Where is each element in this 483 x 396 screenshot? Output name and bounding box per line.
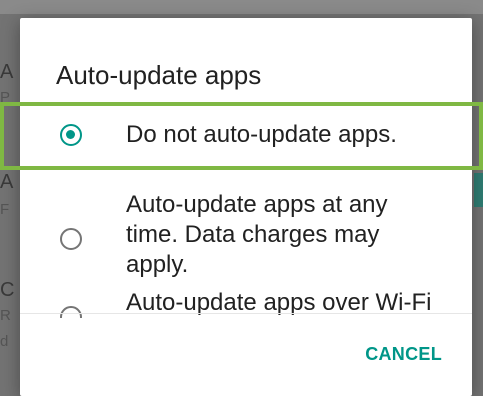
option-auto-update-any-time[interactable]: Auto-update apps at any time. Data charg… <box>20 190 472 288</box>
dialog-title: Auto-update apps <box>56 60 262 90</box>
status-bar-strip <box>0 0 483 14</box>
dialog-divider <box>20 313 472 314</box>
radio-unchecked-icon[interactable] <box>60 228 82 250</box>
auto-update-dialog: Auto-update apps Do not auto-update apps… <box>20 18 472 396</box>
background-accent-bar <box>474 173 483 207</box>
option-list: Do not auto-update apps. Auto-update app… <box>20 104 472 318</box>
radio-checked-icon[interactable] <box>60 124 82 146</box>
option-label: Auto-update apps at any time. Data charg… <box>126 191 388 278</box>
option-do-not-auto-update[interactable]: Do not auto-update apps. <box>20 104 472 166</box>
radio-unchecked-icon[interactable] <box>60 306 82 318</box>
option-label: Do not auto-update apps. <box>126 121 397 148</box>
cancel-button[interactable]: CANCEL <box>365 344 442 365</box>
